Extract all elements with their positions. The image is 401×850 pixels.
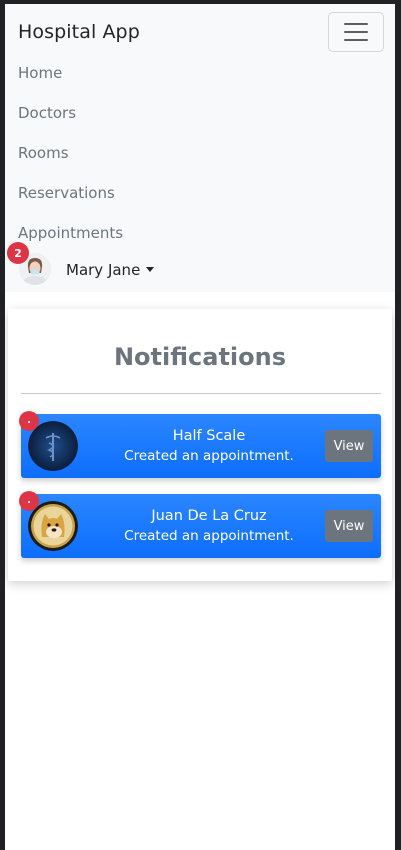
brand-link[interactable]: Hospital App	[18, 21, 140, 43]
navbar-toggle-button[interactable]	[328, 12, 384, 52]
nav-link-home[interactable]: Home	[18, 62, 123, 102]
view-button[interactable]: View	[325, 510, 373, 542]
notification-count-badge: 2	[7, 242, 29, 264]
divider	[21, 393, 381, 394]
hamburger-menu-icon	[344, 31, 368, 33]
notification-message: Created an appointment.	[124, 528, 294, 544]
unread-dot-badge: .	[19, 491, 39, 511]
unread-dot-badge: .	[19, 411, 39, 431]
nav-links: Home Doctors Rooms Reservations Appointm…	[18, 62, 123, 262]
notification-text: Juan De La Cruz Created an appointment.	[91, 506, 327, 546]
view-button[interactable]: View	[325, 430, 373, 462]
notifications-title: Notifications	[113, 343, 287, 371]
nav-link-rooms[interactable]: Rooms	[18, 142, 123, 182]
notification-text: Half Scale Created an appointment.	[91, 426, 327, 466]
notification-item: . Juan De La Cruz Created an appointment…	[19, 491, 381, 558]
user-name: Mary Jane	[66, 261, 141, 279]
hamburger-menu-icon	[344, 23, 368, 25]
notification-message: Created an appointment.	[124, 448, 294, 464]
caret-down-icon	[146, 267, 154, 272]
notification-sender: Juan De La Cruz	[151, 508, 267, 524]
notifications-card: Notifications . Half Scale Created an ap…	[8, 309, 392, 581]
notification-item: . Half Scale Created an appointment. Vie…	[19, 411, 381, 478]
user-dropdown-toggle[interactable]: 2 Mary Jane	[5, 242, 395, 292]
notification-sender: Half Scale	[172, 428, 246, 444]
app-window: Hospital App Home Doctors Rooms Reservat…	[5, 4, 395, 850]
hamburger-menu-icon	[344, 39, 368, 41]
navbar: Hospital App Home Doctors Rooms Reservat…	[5, 4, 395, 292]
nav-link-doctors[interactable]: Doctors	[18, 102, 123, 142]
nav-link-reservations[interactable]: Reservations	[18, 182, 123, 222]
